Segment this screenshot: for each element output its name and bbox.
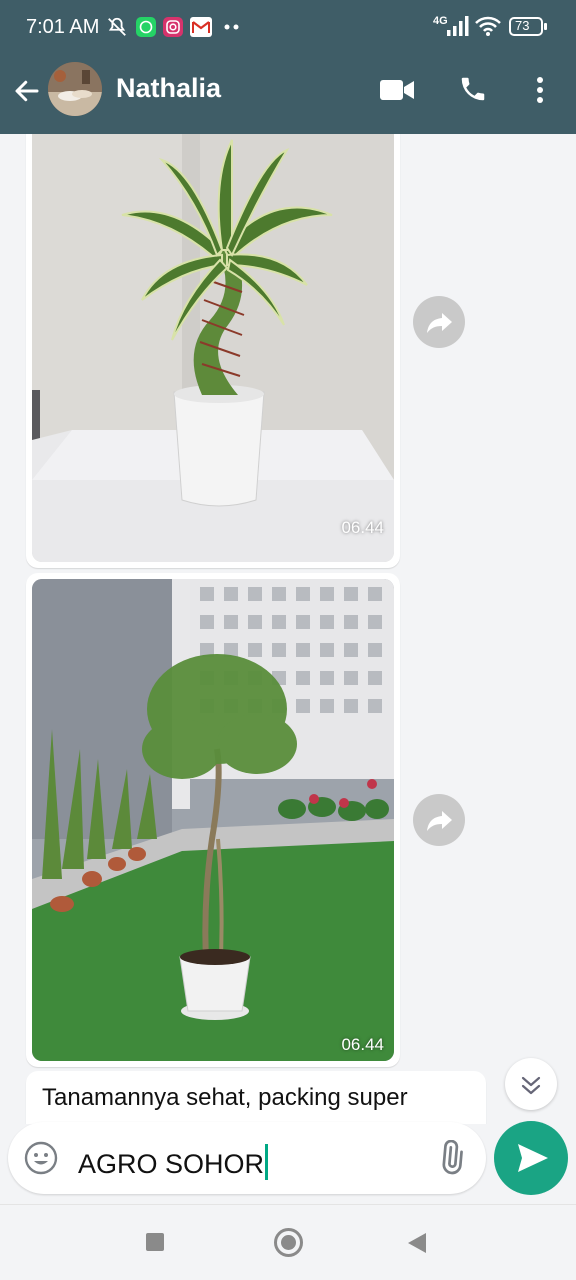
forward-icon xyxy=(427,313,452,333)
plant-photo-twisted-dracaena[interactable] xyxy=(32,134,394,562)
image-message[interactable]: 06.44 xyxy=(26,573,400,1067)
gmail-icon xyxy=(190,17,212,37)
message-composer[interactable]: AGRO SOHOR xyxy=(8,1122,486,1194)
emoji-icon[interactable] xyxy=(24,1141,58,1175)
battery-level: 73 xyxy=(515,18,530,33)
message-input[interactable]: AGRO SOHOR xyxy=(78,1144,269,1180)
home-button[interactable] xyxy=(274,1228,303,1257)
system-navigation-bar xyxy=(0,1204,576,1280)
instagram-icon xyxy=(163,17,183,37)
image-message[interactable]: 06.44 xyxy=(26,134,400,568)
forward-icon xyxy=(427,811,452,831)
message-timestamp: 06.44 xyxy=(341,518,384,537)
battery-tip xyxy=(544,23,547,30)
chat-header: Nathalia xyxy=(0,56,576,134)
status-time: 7:01 AM xyxy=(26,16,100,38)
text-message[interactable]: Tanamannya sehat, packing super xyxy=(26,1071,486,1124)
message-timestamp: 06.44 xyxy=(341,1035,384,1054)
forward-button[interactable] xyxy=(413,794,465,846)
plant-photo-tree-garden[interactable] xyxy=(32,579,394,1061)
send-icon xyxy=(518,1144,548,1172)
send-button[interactable] xyxy=(494,1121,568,1195)
scroll-to-bottom-button[interactable] xyxy=(505,1058,557,1110)
more-options-icon[interactable] xyxy=(535,76,545,104)
text-cursor xyxy=(265,1144,269,1180)
more-notifications-icon xyxy=(224,24,239,30)
home-dot xyxy=(281,1235,296,1250)
message-text: Tanamannya sehat, packing super xyxy=(42,1084,408,1111)
status-bar: 7:01 AM 4G 73 xyxy=(0,0,576,56)
back-arrow-icon[interactable] xyxy=(12,76,42,106)
forward-button[interactable] xyxy=(413,296,465,348)
contact-avatar[interactable] xyxy=(48,62,102,116)
video-call-icon[interactable] xyxy=(380,78,414,102)
voice-call-icon[interactable] xyxy=(458,74,488,104)
mute-icon xyxy=(108,17,126,36)
contact-name[interactable]: Nathalia xyxy=(116,73,221,104)
chat-area[interactable]: 06.44 06.44 Tanamannya sehat, packing su… xyxy=(0,134,576,1124)
whatsapp-icon xyxy=(136,17,156,37)
wifi-icon xyxy=(475,16,501,36)
double-chevron-down-icon xyxy=(521,1076,541,1095)
attach-icon[interactable] xyxy=(433,1140,469,1176)
recents-button[interactable] xyxy=(146,1233,164,1251)
back-button[interactable] xyxy=(406,1232,428,1254)
signal-icon xyxy=(447,16,469,36)
